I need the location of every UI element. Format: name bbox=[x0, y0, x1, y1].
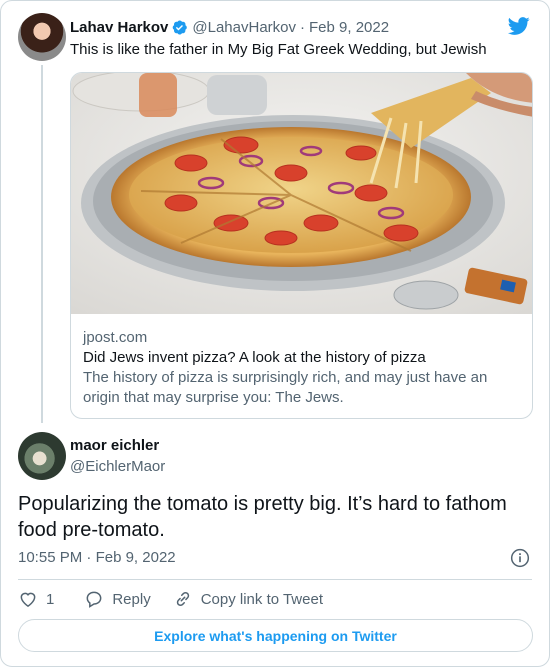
explore-twitter-button[interactable]: Explore what's happening on Twitter bbox=[18, 619, 533, 652]
embedded-tweet-card: Lahav Harkov @LahavHarkov · Feb 9, 2022 … bbox=[0, 0, 550, 667]
link-meta: jpost.com Did Jews invent pizza? A look … bbox=[83, 328, 520, 408]
link-title[interactable]: Did Jews invent pizza? A look at the his… bbox=[83, 348, 520, 368]
verified-badge-icon bbox=[173, 19, 188, 35]
reply-bubble-icon bbox=[86, 591, 102, 608]
author-handle[interactable]: @EichlerMaor bbox=[70, 458, 165, 475]
divider bbox=[18, 579, 532, 580]
tweet-date[interactable]: Feb 9, 2022 bbox=[309, 19, 389, 36]
heart-icon bbox=[20, 592, 36, 607]
author-handle[interactable]: @LahavHarkov bbox=[192, 19, 296, 36]
link-preview-card[interactable]: jpost.com Did Jews invent pizza? A look … bbox=[70, 72, 533, 419]
quoted-tweet-text: This is like the father in My Big Fat Gr… bbox=[70, 41, 487, 58]
tweet-date[interactable]: Feb 9, 2022 bbox=[96, 549, 176, 566]
link-description: The history of pizza is surprisingly ric… bbox=[83, 369, 488, 406]
like-count: 1 bbox=[46, 590, 55, 608]
quoted-tweet-header: Lahav Harkov @LahavHarkov · Feb 9, 2022 bbox=[70, 17, 389, 37]
pizza-preview-image bbox=[71, 73, 532, 314]
copy-link-label: Copy link to Tweet bbox=[200, 590, 323, 608]
avatar[interactable] bbox=[18, 13, 66, 61]
twitter-bird-icon[interactable] bbox=[507, 15, 531, 37]
author-name[interactable]: Lahav Harkov bbox=[70, 19, 168, 36]
separator-dot: · bbox=[86, 549, 92, 566]
thread-connector-line bbox=[41, 65, 43, 423]
author-name[interactable]: maor eichler bbox=[70, 437, 159, 454]
tweet-text: Popularizing the tomato is pretty big. I… bbox=[18, 493, 507, 541]
link-chain-icon bbox=[176, 591, 189, 607]
avatar[interactable] bbox=[18, 432, 66, 480]
tweet-actions: 1 Reply Copy link to Tweet bbox=[18, 588, 323, 610]
copy-link-button[interactable]: Copy link to Tweet bbox=[173, 589, 323, 609]
link-domain: jpost.com bbox=[83, 329, 148, 346]
info-icon[interactable] bbox=[510, 548, 530, 568]
reply-label: Reply bbox=[112, 590, 151, 608]
tweet-time[interactable]: 10:55 PM bbox=[18, 549, 82, 566]
tweet-timestamp[interactable]: 10:55 PM · Feb 9, 2022 bbox=[18, 549, 176, 566]
separator-dot: · bbox=[300, 18, 305, 36]
reply-button[interactable]: Reply bbox=[84, 589, 151, 609]
like-button[interactable]: 1 bbox=[18, 589, 54, 609]
